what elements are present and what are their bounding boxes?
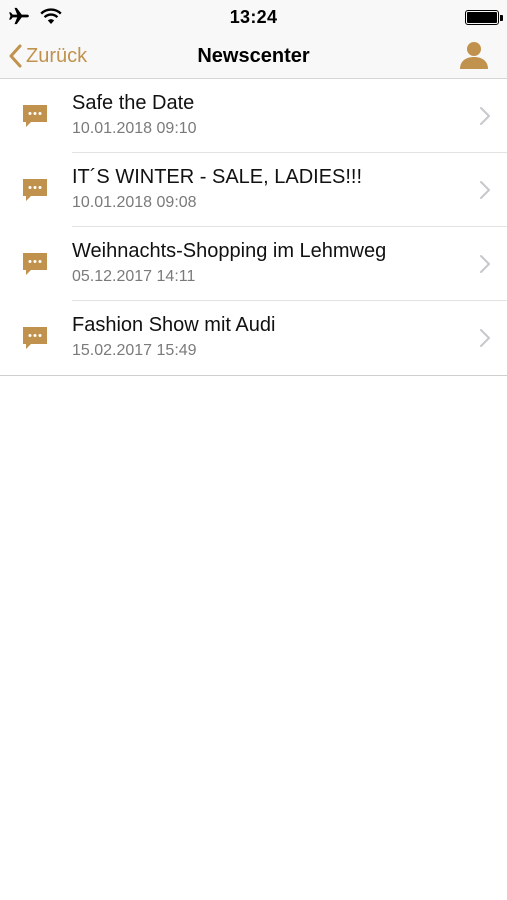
news-item[interactable]: IT´S WINTER - SALE, LADIES!!! 10.01.2018… [0, 153, 507, 227]
back-button-label: Zurück [26, 44, 88, 67]
navigation-bar: Zurück Newscenter [0, 34, 507, 79]
news-date: 05.12.2017 14:11 [72, 268, 196, 285]
person-icon [460, 42, 488, 69]
news-date: 10.01.2018 09:10 [72, 120, 197, 137]
chevron-right-icon [480, 181, 490, 199]
news-title: Safe the Date [72, 92, 195, 114]
news-title: IT´S WINTER - SALE, LADIES!!! [72, 166, 363, 188]
news-date: 10.01.2018 09:08 [72, 194, 197, 211]
chevron-left-icon [9, 44, 22, 68]
news-date: 15.02.2017 15:49 [72, 342, 197, 359]
chevron-right-icon [480, 329, 490, 347]
chevron-right-icon [480, 107, 490, 125]
battery-icon [465, 10, 503, 25]
status-bar: 13:24 [0, 0, 507, 34]
status-time: 13:24 [229, 7, 278, 27]
news-item[interactable]: Weihnachts-Shopping im Lehmweg 05.12.201… [0, 227, 507, 301]
news-title: Weihnachts-Shopping im Lehmweg [72, 240, 387, 262]
message-bubble-icon [23, 105, 47, 127]
back-button[interactable]: Zurück [8, 34, 87, 78]
message-bubble-icon [23, 179, 47, 201]
news-item[interactable]: Safe the Date 10.01.2018 09:10 [0, 79, 507, 153]
news-item[interactable]: Fashion Show mit Audi 15.02.2017 15:49 [0, 301, 507, 375]
message-bubble-icon [23, 327, 47, 349]
message-bubble-icon [23, 253, 47, 275]
chevron-right-icon [480, 255, 490, 273]
news-title: Fashion Show mit Audi [72, 314, 276, 336]
profile-button[interactable] [457, 38, 491, 72]
news-list: Safe the Date 10.01.2018 09:10 IT´S WINT… [0, 79, 507, 376]
